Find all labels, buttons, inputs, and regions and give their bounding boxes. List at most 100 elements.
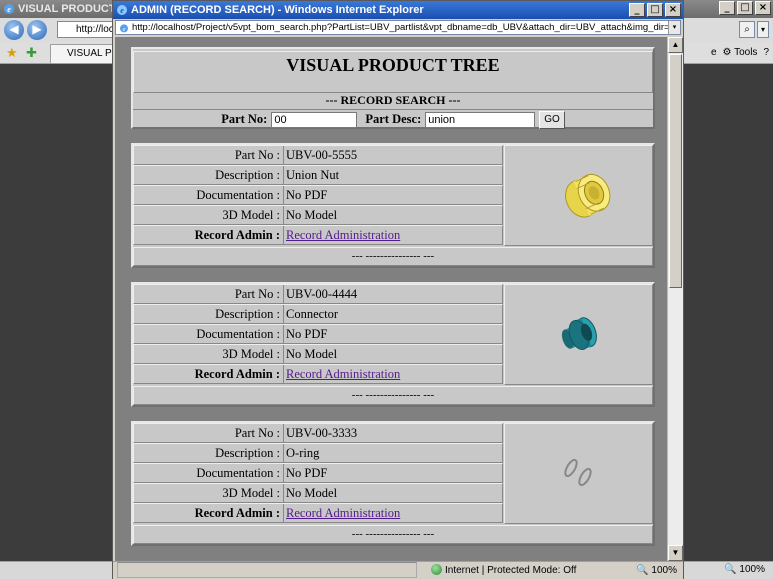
popup-title-bar: e ADMIN (RECORD SEARCH) - Windows Intern…: [113, 1, 683, 19]
background-tab-label: VISUAL PRO: [67, 48, 113, 59]
popup-browser-window: e ADMIN (RECORD SEARCH) - Windows Intern…: [112, 0, 684, 579]
page-title: VISUAL PRODUCT TREE: [133, 51, 653, 93]
page-menu[interactable]: e: [711, 45, 717, 61]
record-admin-row: Record Admin : Record Administration: [133, 503, 503, 523]
security-zone-text: Internet | Protected Mode: Off: [445, 565, 577, 576]
popup-address-bar[interactable]: e http://localhost/Project/v5vpt_bom_sea…: [115, 20, 681, 35]
part-no-value: UBV-00-5555: [286, 148, 358, 162]
maximize-button[interactable]: □: [737, 1, 753, 15]
record-admin-link[interactable]: Record Administration: [286, 367, 400, 381]
description-row: Description : Connector: [133, 304, 503, 324]
record-admin-link[interactable]: Record Administration: [286, 228, 400, 242]
svg-text:e: e: [7, 5, 11, 14]
record-admin-row: Record Admin : Record Administration: [133, 225, 503, 245]
search-header-panel: VISUAL PRODUCT TREE --- RECORD SEARCH --…: [131, 47, 655, 129]
union-nut-icon: [565, 173, 611, 218]
background-address-text: http://loc: [76, 24, 114, 35]
help-icon[interactable]: ?: [763, 45, 769, 61]
record-admin-label: Record Admin :: [134, 226, 284, 244]
search-dropdown-icon[interactable]: ▾: [757, 21, 769, 38]
part-no-value: UBV-00-3333: [286, 426, 358, 440]
tools-menu[interactable]: ⚙ Tools: [723, 45, 758, 61]
scroll-down-icon[interactable]: ▼: [668, 545, 683, 561]
tools-label: Tools: [734, 47, 758, 58]
minimize-button[interactable]: _: [719, 1, 735, 15]
record-card: Part No : UBV-00-3333 Description : O-ri…: [131, 421, 655, 546]
documentation-value: No PDF: [286, 188, 328, 202]
svg-text:e: e: [120, 6, 124, 15]
part-image[interactable]: [504, 423, 653, 524]
documentation-label: Documentation :: [134, 186, 284, 204]
page-subtitle: --- RECORD SEARCH ---: [325, 93, 461, 107]
part-image[interactable]: [504, 284, 653, 385]
popup-close-button[interactable]: ×: [665, 3, 681, 17]
popup-zoom-value: 100%: [651, 565, 677, 576]
o-ring-icon: [564, 458, 592, 487]
part-desc-label: Part Desc:: [365, 112, 422, 126]
part-image[interactable]: [504, 145, 653, 246]
search-form: Part No: Part Desc: GO: [133, 109, 653, 129]
svg-text:e: e: [123, 26, 126, 33]
gear-icon: ⚙: [722, 47, 732, 58]
close-button[interactable]: ×: [755, 1, 771, 15]
part-desc-input[interactable]: [425, 111, 536, 128]
description-label: Description :: [134, 444, 284, 462]
description-value: Union Nut: [286, 168, 340, 182]
record-separator: --- --------------- ---: [133, 525, 653, 544]
record-card: Part No : UBV-00-5555 Description : Unio…: [131, 143, 655, 268]
model-label: 3D Model :: [134, 345, 284, 363]
record-card: Part No : UBV-00-4444 Description : Conn…: [131, 282, 655, 407]
status-text-area: [117, 562, 417, 578]
popup-status-bar: Internet | Protected Mode: Off 🔍 100%: [113, 561, 683, 579]
model-label: 3D Model :: [134, 484, 284, 502]
popup-zoom[interactable]: 🔍 100%: [636, 562, 677, 579]
documentation-row: Documentation : No PDF: [133, 463, 503, 483]
model-row: 3D Model : No Model: [133, 344, 503, 364]
description-label: Description :: [134, 305, 284, 323]
address-dropdown-icon[interactable]: ▾: [668, 21, 680, 34]
background-zoom[interactable]: 🔍 100%: [724, 564, 765, 575]
model-value: No Model: [286, 486, 338, 500]
record-admin-label: Record Admin :: [134, 365, 284, 383]
part-no-row-label: Part No :: [134, 424, 284, 442]
description-label: Description :: [134, 166, 284, 184]
part-no-row-label: Part No :: [134, 146, 284, 164]
documentation-value: No PDF: [286, 327, 328, 341]
part-no-value: UBV-00-4444: [286, 287, 358, 301]
back-icon[interactable]: ◀: [4, 20, 24, 40]
part-no-row: Part No : UBV-00-4444: [133, 284, 503, 304]
popup-minimize-button[interactable]: _: [629, 3, 645, 17]
model-label: 3D Model :: [134, 206, 284, 224]
model-value: No Model: [286, 208, 338, 222]
part-no-input[interactable]: [271, 111, 358, 128]
search-icon[interactable]: ⌕: [739, 21, 755, 38]
documentation-label: Documentation :: [134, 464, 284, 482]
model-row: 3D Model : No Model: [133, 205, 503, 225]
go-button[interactable]: GO: [539, 110, 565, 129]
record-admin-label: Record Admin :: [134, 504, 284, 522]
model-value: No Model: [286, 347, 338, 361]
forward-icon[interactable]: ▶: [27, 20, 47, 40]
background-tab[interactable]: VISUAL PRO: [50, 44, 114, 63]
security-zone[interactable]: Internet | Protected Mode: Off: [431, 562, 576, 579]
scroll-up-icon[interactable]: ▲: [668, 37, 683, 53]
documentation-row: Documentation : No PDF: [133, 324, 503, 344]
add-favorite-icon[interactable]: ✚: [26, 45, 37, 61]
scrollbar-thumb[interactable]: [669, 54, 682, 288]
connector-icon: [561, 317, 597, 350]
popup-maximize-button[interactable]: □: [647, 3, 663, 17]
favorites-star-icon[interactable]: ★: [6, 45, 18, 61]
description-value: O-ring: [286, 446, 320, 460]
popup-address-text: http://localhost/Project/v5vpt_bom_searc…: [132, 22, 681, 33]
zoom-icon: 🔍: [724, 564, 737, 575]
description-value: Connector: [286, 307, 339, 321]
vertical-scrollbar[interactable]: ▲ ▼: [667, 37, 683, 561]
record-admin-row: Record Admin : Record Administration: [133, 364, 503, 384]
background-address-bar[interactable]: http://loc: [57, 21, 117, 38]
part-no-row: Part No : UBV-00-3333: [133, 423, 503, 443]
globe-icon: [431, 564, 442, 575]
model-row: 3D Model : No Model: [133, 483, 503, 503]
record-separator: --- --------------- ---: [133, 247, 653, 266]
part-no-row: Part No : UBV-00-5555: [133, 145, 503, 165]
record-admin-link[interactable]: Record Administration: [286, 506, 400, 520]
